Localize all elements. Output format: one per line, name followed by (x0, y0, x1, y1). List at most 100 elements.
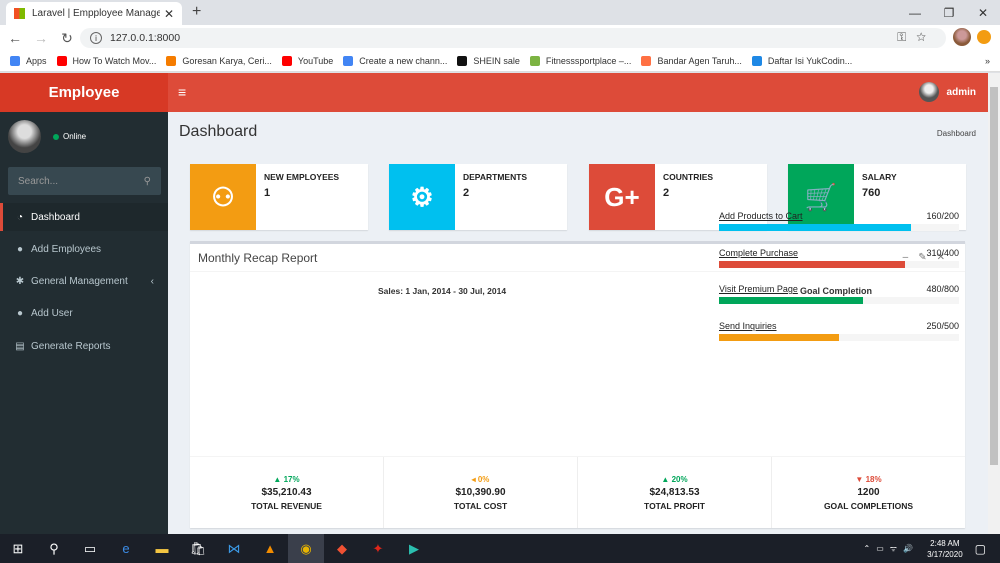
key-star-icons[interactable]: ⚿☆ (897, 30, 936, 45)
info-box-value: 760 (862, 187, 881, 199)
stat-label: TOTAL PROFIT (644, 500, 705, 511)
back-icon[interactable]: ← (4, 30, 26, 46)
bookmark-item[interactable]: SHEIN sale (457, 56, 520, 66)
vlc-icon[interactable]: ▲ (252, 534, 288, 563)
sidebar-item-general-management[interactable]: ✱ General Management ‹ (0, 267, 168, 295)
close-window-button[interactable]: ✕ (966, 0, 1000, 25)
minimize-button[interactable]: — (898, 0, 932, 25)
admin-menu[interactable]: admin (918, 82, 976, 102)
app-logo[interactable]: Employee (0, 73, 168, 112)
bookmark-item[interactable]: Goresan Karya, Ceri... (166, 56, 272, 66)
search-input[interactable]: Search... ⚲ (8, 167, 161, 195)
bookmark-item[interactable]: Daftar Isi YukCodin... (751, 56, 852, 66)
status-online: Online (53, 132, 86, 141)
progress-bar-fill (719, 224, 911, 231)
search-taskbar-icon[interactable]: ⚲ (36, 534, 72, 563)
terminal-icon[interactable]: ▶ (396, 534, 432, 563)
bookmark-item[interactable]: YouTube (281, 56, 334, 66)
reload-icon[interactable]: ↻ (56, 30, 78, 47)
goal-progress-group: Send Inquiries 250/500 (719, 321, 959, 341)
address-bar[interactable]: i 127.0.0.1:8000 ⚿☆ (80, 28, 946, 48)
chrome-icon[interactable]: ◉ (288, 534, 324, 563)
maximize-button[interactable]: ❐ (932, 0, 966, 25)
goal-value: 160/200 (926, 211, 959, 221)
stat-amount: 1200 (857, 486, 880, 498)
bookmark-icon (343, 56, 354, 66)
goal-progress-group: Complete Purchase 310/400 (719, 248, 959, 268)
bookmark-item[interactable]: Fitnesssportplace –... (529, 56, 631, 66)
info-box-label: SALARY (862, 172, 897, 182)
hamburger-icon[interactable]: ≡ (178, 84, 186, 100)
system-tray: ⌃▭ᯤ🔊 2:48 AM 3/17/2020 ▢ (864, 534, 1000, 563)
info-box-new-employees: ⚇ NEW EMPLOYEES 1 (190, 164, 368, 230)
sidebar-item-add-employees[interactable]: ● Add Employees (0, 235, 168, 263)
page-title: Dashboard (179, 123, 258, 140)
goal-label: Complete Purchase (719, 248, 799, 258)
info-box-departments: ⚙ DEPARTMENTS 2 (389, 164, 567, 230)
bookmarks-overflow-icon[interactable]: » (985, 56, 990, 66)
tab-close-icon[interactable]: ✕ (164, 7, 174, 21)
tab-title: Laravel | Empployee Managemen (32, 8, 160, 19)
favicon-icon (14, 8, 25, 19)
user-icon: ● (16, 243, 24, 255)
url-text: 127.0.0.1:8000 (110, 32, 181, 44)
gear-icon: ⚙ (389, 164, 455, 230)
bookmark-icon (166, 56, 177, 66)
task-view-icon[interactable]: ▭ (72, 534, 108, 563)
book-icon: ▤ (15, 340, 25, 352)
acrobat-icon[interactable]: ✦ (360, 534, 396, 563)
bookmark-label: YouTube (297, 56, 334, 66)
browser-tab[interactable]: Laravel | Empployee Managemen ✕ (6, 2, 182, 25)
sales-chart-title: Sales: 1 Jan, 2014 - 30 Jul, 2014 (378, 286, 507, 296)
breadcrumb[interactable]: Dashboard (937, 129, 976, 138)
windows-start-icon[interactable]: ⊞ (0, 534, 36, 563)
bookmark-icon (751, 56, 762, 66)
sidebar-item-label: Add Employees (31, 243, 102, 255)
bookmark-label: Bandar Agen Taruh... (657, 56, 742, 66)
sidebar-item-label: Add User (31, 307, 73, 319)
search-icon[interactable]: ⚲ (144, 176, 151, 187)
goal-label: Add Products to Cart (719, 211, 803, 221)
stat-percentage: ▼ 18% (855, 474, 882, 484)
bookmark-label: Apps (26, 56, 47, 66)
bookmark-icon (281, 56, 292, 66)
windows-taskbar: ⊞ ⚲ ▭ e ▬ 🛍 ⋈ ▲ ◉ ◆ ✦ ▶ ⌃▭ᯤ🔊 2:48 AM 3/1… (0, 534, 1000, 563)
sidebar-item-generate-reports[interactable]: ▤ Generate Reports (0, 332, 168, 360)
forward-icon[interactable]: → (30, 30, 52, 46)
progress-bar (719, 297, 959, 304)
sidebar-item-label: Generate Reports (31, 340, 111, 352)
bookmark-item[interactable]: How To Watch Mov... (56, 56, 156, 66)
browser-tab-strip: Laravel | Empployee Managemen ✕ + — ❐ ✕ (0, 0, 1000, 25)
clock[interactable]: 2:48 AM 3/17/2020 (927, 538, 963, 560)
bookmark-item[interactable]: Bandar Agen Taruh... (641, 56, 742, 66)
chevron-left-icon: ‹ (150, 275, 154, 287)
gear-icon: ✱ (15, 275, 25, 287)
info-icon[interactable]: i (90, 32, 102, 44)
vscode-icon[interactable]: ⋈ (216, 534, 252, 563)
progress-bar (719, 334, 959, 341)
edge-icon[interactable]: e (108, 534, 144, 563)
stat-amount: $35,210.43 (261, 486, 312, 498)
address-bar-row: ← → ↻ i 127.0.0.1:8000 ⚿☆ (0, 25, 1000, 51)
bookmark-label: Create a new chann... (359, 56, 448, 66)
scrollbar-thumb[interactable] (990, 87, 998, 465)
git-icon[interactable]: ◆ (324, 534, 360, 563)
goal-label: Visit Premium Page (719, 284, 798, 294)
new-tab-button[interactable]: + (192, 3, 201, 21)
page-scrollbar[interactable] (988, 73, 1000, 534)
profile-avatar[interactable] (953, 28, 971, 46)
sidebar-item-add-user[interactable]: ● Add User (0, 299, 168, 327)
stat-amount: $10,390.90 (455, 486, 506, 498)
tray-icons[interactable]: ⌃▭ᯤ🔊 (864, 543, 920, 554)
store-icon[interactable]: 🛍 (180, 534, 216, 563)
progress-bar-fill (719, 334, 839, 341)
stat-percentage: ▲ 20% (661, 474, 688, 484)
file-explorer-icon[interactable]: ▬ (144, 534, 180, 563)
sidebar-item-dashboard[interactable]: ◔ Dashboard (0, 203, 168, 231)
notification-icon[interactable]: ▢ (975, 542, 986, 556)
bookmark-item[interactable]: Create a new chann... (343, 56, 447, 66)
users-icon: ⚇ (190, 164, 256, 230)
goal-progress-group: Add Products to Cart 160/200 (719, 211, 959, 231)
bookmark-item[interactable]: Apps (10, 56, 47, 66)
update-menu-icon[interactable] (977, 30, 991, 44)
